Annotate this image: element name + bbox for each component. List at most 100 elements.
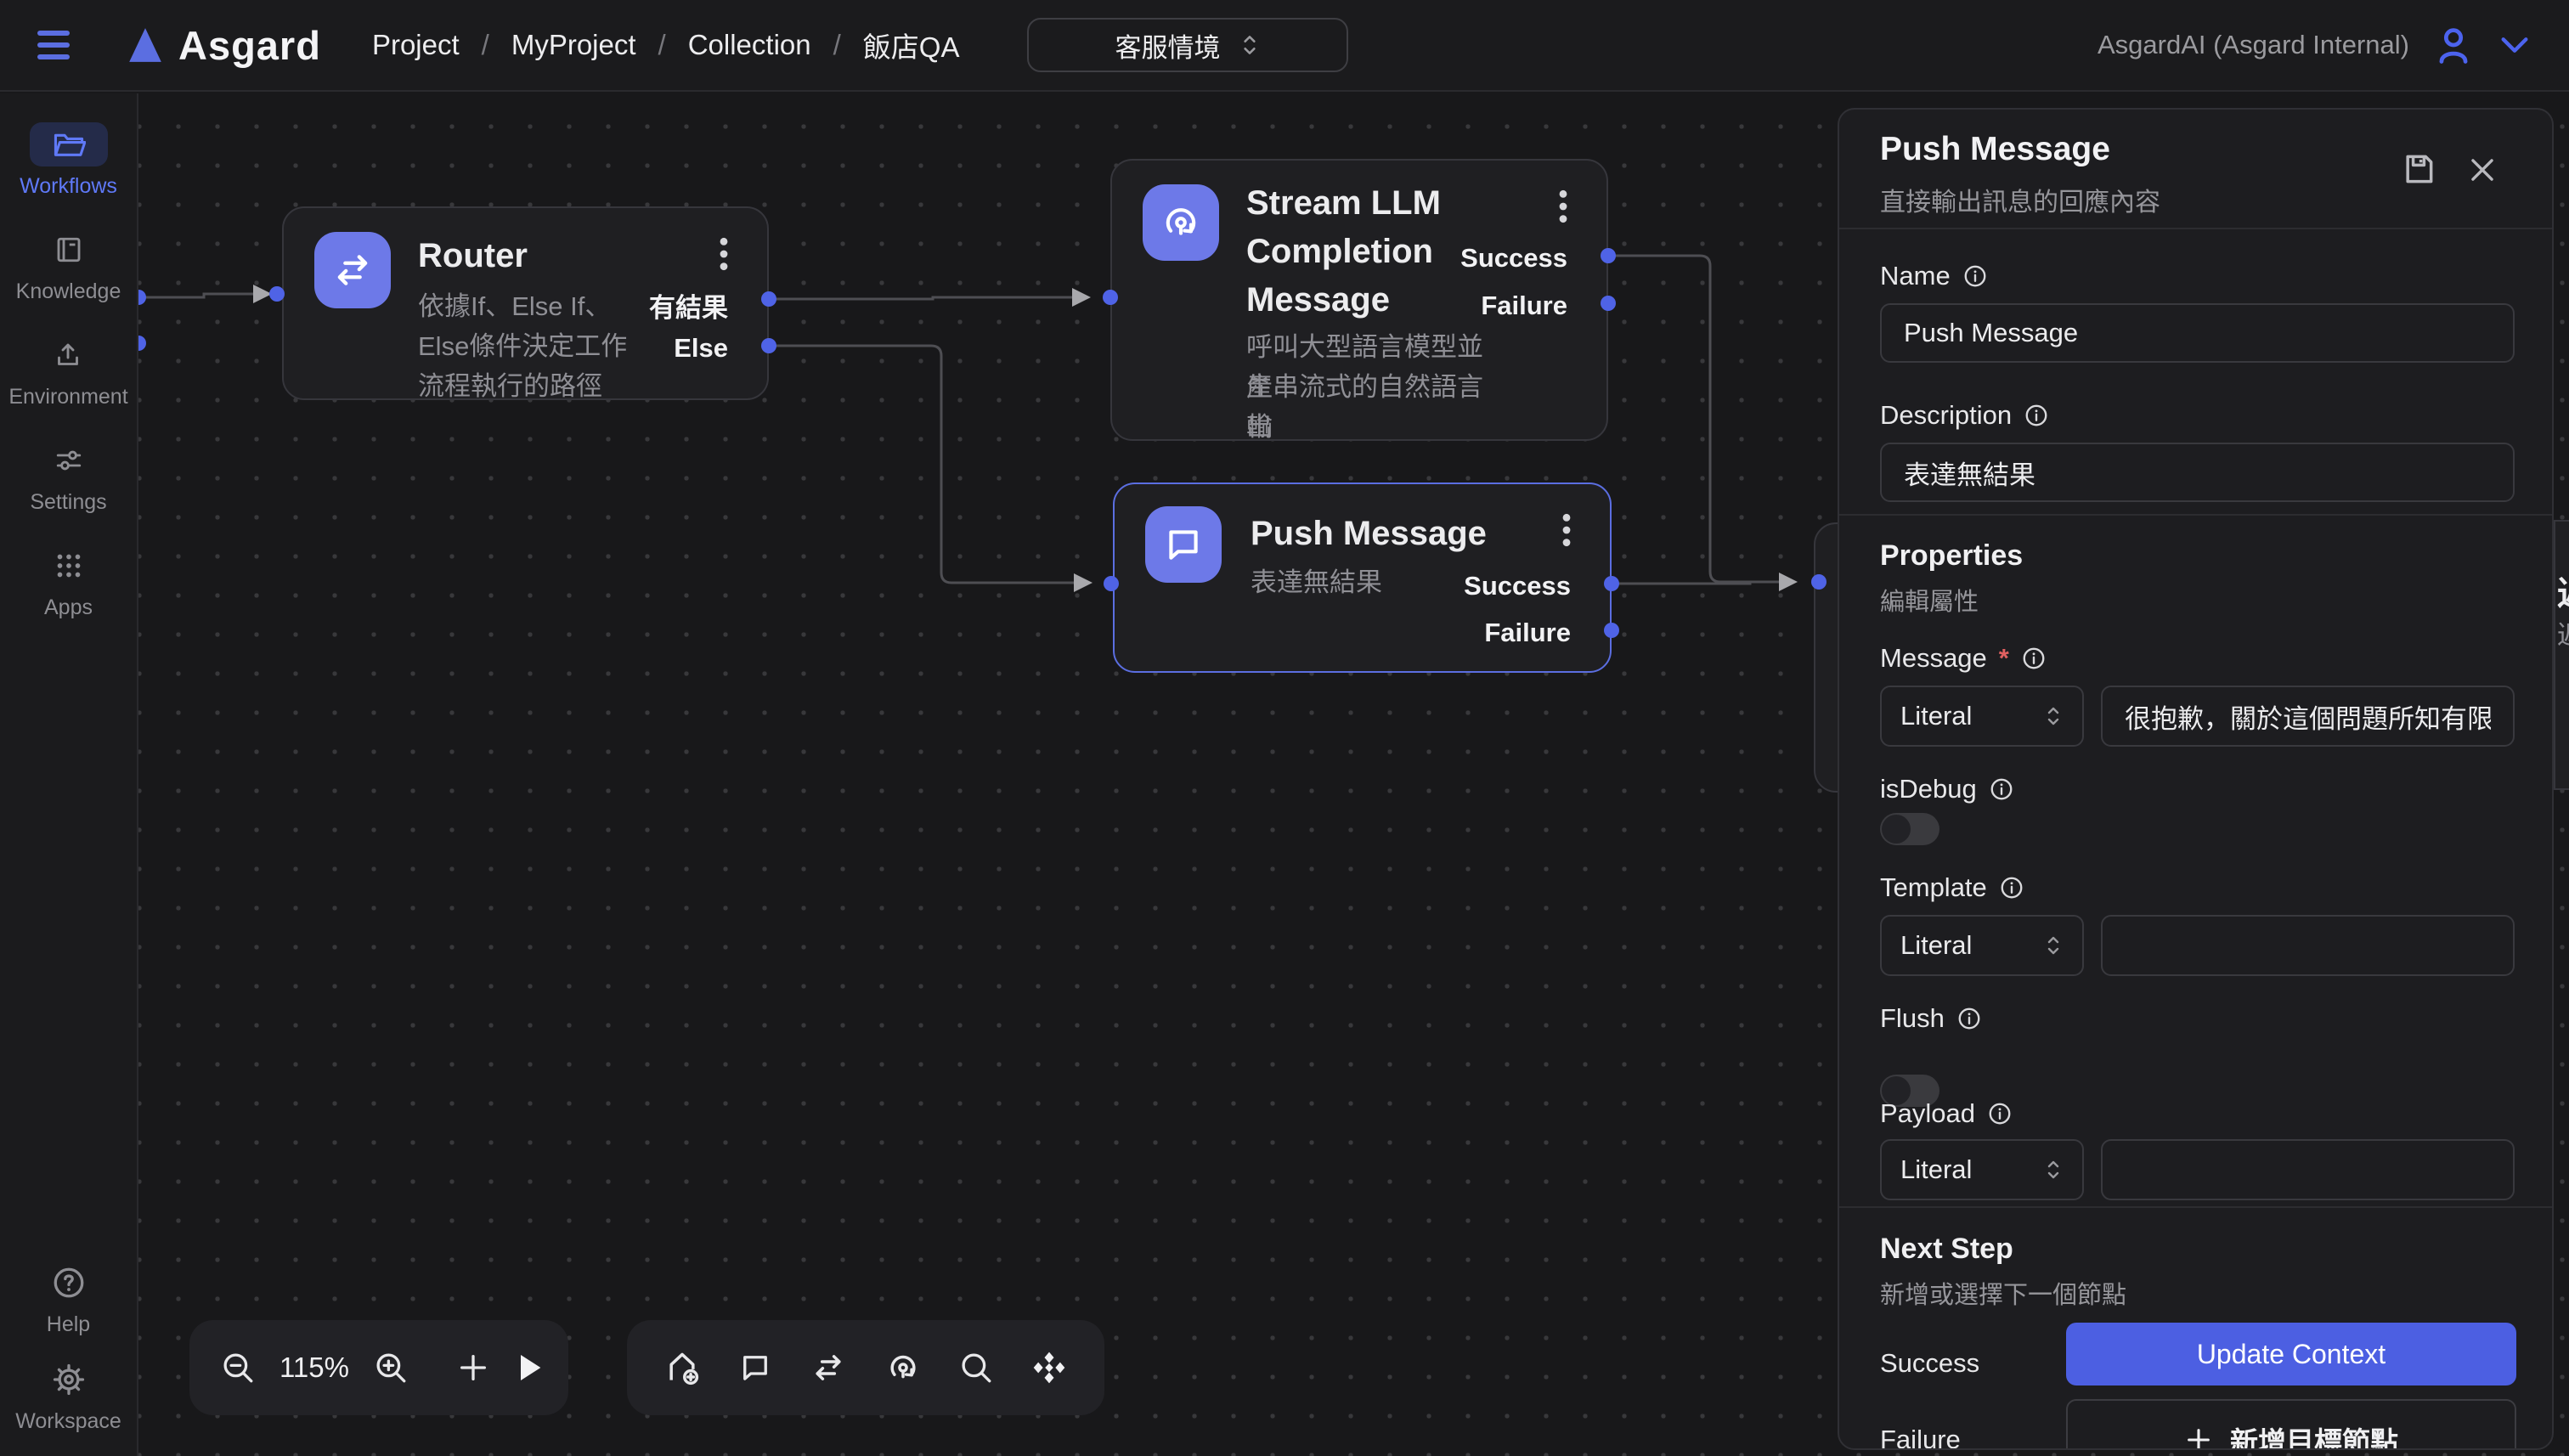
sidebar-item-environment[interactable]: Environment xyxy=(8,333,127,409)
isdebug-toggle[interactable] xyxy=(1880,813,1939,845)
payload-label: Payload xyxy=(1880,1098,2013,1129)
run-icon[interactable] xyxy=(514,1351,545,1385)
add-icon[interactable] xyxy=(456,1351,490,1385)
router-icon xyxy=(314,232,391,308)
canvas-toolbar xyxy=(627,1320,1104,1415)
output-handle-label[interactable]: Success xyxy=(1460,243,1567,274)
node-title-fragment: 返 xyxy=(2557,566,2569,615)
zoom-in-icon[interactable] xyxy=(373,1350,409,1385)
breadcrumb-separator: / xyxy=(482,29,489,61)
node-title: Router xyxy=(418,232,528,280)
breadcrumb-project[interactable]: Project xyxy=(372,29,460,61)
chevron-down-icon[interactable] xyxy=(2498,33,2532,57)
breadcrumb-collection[interactable]: Collection xyxy=(688,29,811,61)
breadcrumb-workflow[interactable]: 飯店QA xyxy=(863,25,960,65)
flush-label: Flush xyxy=(1880,1003,1982,1034)
info-icon[interactable] xyxy=(2024,403,2049,428)
info-icon[interactable] xyxy=(2021,646,2047,671)
isdebug-label: isDebug xyxy=(1880,774,2014,804)
node-router[interactable]: Router 依據If、Else If、Else條件決定工作流程執行的路徑 有結… xyxy=(282,206,769,400)
node-menu-icon[interactable] xyxy=(709,235,738,277)
add-target-node-button[interactable]: 新增目標節點 xyxy=(2066,1399,2516,1450)
info-icon[interactable] xyxy=(1989,776,2014,802)
environment-selector[interactable]: 客服情境 xyxy=(1027,18,1348,72)
sidebar-item-label: Settings xyxy=(30,490,106,515)
info-icon[interactable] xyxy=(1962,263,1988,289)
sliders-icon xyxy=(30,438,108,483)
panel-divider xyxy=(1839,1206,2554,1208)
fit-view-icon[interactable] xyxy=(1030,1349,1068,1386)
push-message-icon xyxy=(1145,506,1222,583)
output-handle-label[interactable]: Failure xyxy=(1484,618,1571,648)
sidebar-item-help[interactable]: Help xyxy=(30,1261,108,1337)
sidebar-item-label: Environment xyxy=(8,385,127,409)
sidebar-item-workflows[interactable]: Workflows xyxy=(20,122,117,199)
sidebar-item-settings[interactable]: Settings xyxy=(30,438,108,515)
node-title: Message xyxy=(1246,276,1390,324)
next-step-subtitle: 新增或選擇下一個節點 xyxy=(1880,1275,2126,1311)
node-stream-llm[interactable]: Stream LLM Completion Message 呼叫大型語言模型並產… xyxy=(1110,159,1608,441)
template-value-input[interactable] xyxy=(2101,915,2515,976)
node-partial-right[interactable]: 返 返 xyxy=(2554,520,2569,790)
info-icon[interactable] xyxy=(1987,1101,2013,1126)
sidebar-item-label: Workspace xyxy=(15,1409,121,1434)
zoom-level: 115% xyxy=(279,1352,349,1384)
close-icon[interactable] xyxy=(2466,154,2498,190)
node-menu-icon[interactable] xyxy=(1549,188,1578,229)
output-handle-label[interactable]: Failure xyxy=(1481,291,1567,321)
save-icon[interactable] xyxy=(2400,150,2437,192)
sidebar-item-label: Help xyxy=(47,1312,90,1337)
breadcrumb: Project / MyProject / Collection / 飯店QA xyxy=(372,25,960,65)
output-handle-label[interactable]: Success xyxy=(1464,571,1571,601)
message-node-icon[interactable] xyxy=(737,1350,773,1385)
asgard-logo-icon xyxy=(126,25,165,65)
payload-value-input[interactable] xyxy=(2101,1139,2515,1200)
router-node-icon[interactable] xyxy=(810,1349,847,1386)
add-start-node-icon[interactable] xyxy=(663,1349,701,1386)
description-label: Description xyxy=(1880,400,2049,431)
zoom-out-icon[interactable] xyxy=(220,1350,256,1385)
stream-llm-node-icon[interactable] xyxy=(884,1349,922,1386)
zoom-toolbar: 115% xyxy=(189,1320,568,1415)
sidebar-item-knowledge[interactable]: Knowledge xyxy=(16,228,121,304)
breadcrumb-myproject[interactable]: MyProject xyxy=(511,29,636,61)
node-push-message[interactable]: Push Message 表達無結果 Success Failure xyxy=(1113,483,1612,673)
panel-subtitle: 直接輸出訊息的回應內容 xyxy=(1880,181,2160,218)
sidebar-item-label: Knowledge xyxy=(16,279,121,304)
gear-icon xyxy=(30,1357,108,1402)
payload-type-select[interactable]: Literal xyxy=(1880,1139,2084,1200)
app-root: Router 依據If、Else If、Else條件決定工作流程執行的路徑 有結… xyxy=(0,0,2569,1456)
info-icon[interactable] xyxy=(1956,1006,1982,1031)
output-handle-label[interactable]: Else xyxy=(674,333,728,364)
chevron-updown-icon xyxy=(2043,934,2064,957)
search-icon[interactable] xyxy=(958,1350,994,1385)
plus-icon xyxy=(2184,1425,2213,1450)
folder-icon xyxy=(30,122,108,166)
node-menu-icon[interactable] xyxy=(1552,511,1581,553)
node-title: Stream LLM xyxy=(1246,179,1441,228)
message-value-input[interactable] xyxy=(2101,686,2515,747)
sidebar-item-apps[interactable]: Apps xyxy=(30,544,108,620)
sidebar-item-label: Workflows xyxy=(20,174,117,199)
stream-llm-icon xyxy=(1143,184,1219,261)
sidebar-item-workspace[interactable]: Workspace xyxy=(15,1357,121,1434)
breadcrumb-separator: / xyxy=(658,29,666,61)
success-target-button[interactable]: Update Context xyxy=(2066,1323,2516,1385)
node-description: 依據If、Else If、Else條件決定工作流程執行的路徑 xyxy=(418,286,652,406)
environment-selector-value: 客服情境 xyxy=(1115,26,1220,65)
upload-icon xyxy=(29,333,107,377)
description-input[interactable] xyxy=(1880,443,2515,502)
name-input[interactable] xyxy=(1880,303,2515,363)
apps-grid-icon xyxy=(30,544,108,588)
template-type-select[interactable]: Literal xyxy=(1880,915,2084,976)
sidebar: Workflows Knowledge Environment xyxy=(0,93,138,1456)
output-handle-label[interactable]: 有結果 xyxy=(649,286,728,324)
panel-divider xyxy=(1839,228,2554,229)
node-title: Push Message xyxy=(1251,510,1487,558)
user-icon[interactable] xyxy=(2431,23,2476,67)
message-type-select[interactable]: Literal xyxy=(1880,686,2084,747)
menu-icon[interactable] xyxy=(37,23,85,67)
help-icon xyxy=(30,1261,108,1305)
info-icon[interactable] xyxy=(1999,875,2024,900)
chevron-updown-icon xyxy=(1239,32,1261,58)
